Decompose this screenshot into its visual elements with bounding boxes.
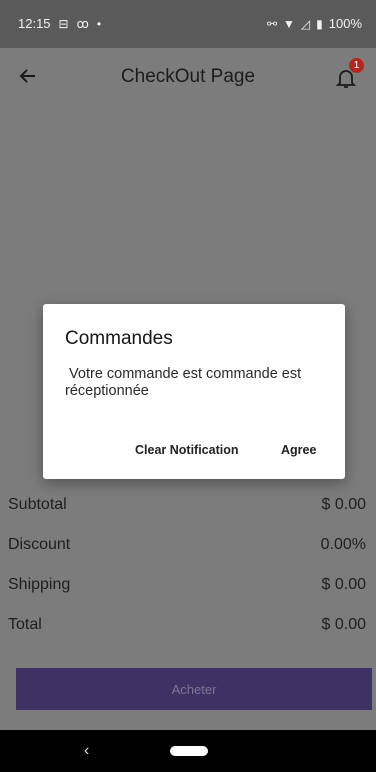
- signal-icon: ◿: [300, 16, 311, 31]
- discount-label: Discount: [8, 536, 71, 553]
- link-icon: ⚯: [266, 16, 278, 31]
- dot-icon: •: [96, 16, 102, 31]
- notification-dialog: Commandes Votre commande est commande es…: [43, 304, 345, 479]
- buy-button[interactable]: Acheter: [16, 668, 372, 710]
- voicemail-icon: ꝏ: [76, 16, 89, 31]
- discount-row: Discount 0.00%: [0, 530, 376, 562]
- agree-button[interactable]: Agree: [281, 443, 316, 457]
- dialog-title: Commandes: [65, 328, 173, 349]
- subtotal-row: Subtotal $ 0.00: [0, 490, 376, 522]
- notification-badge: 1: [349, 58, 364, 73]
- subtotal-label: Subtotal: [8, 496, 67, 513]
- status-right: ⚯ ▼ ◿ ▮ 100%: [267, 16, 362, 31]
- app-bar: CheckOut Page 1: [0, 48, 376, 104]
- shipping-label: Shipping: [8, 576, 71, 593]
- status-left: 12:15 ⊟ ꝏ •: [18, 16, 101, 31]
- total-value: $ 0.00: [321, 616, 366, 633]
- total-label: Total: [8, 616, 42, 633]
- discount-value: 0.00%: [320, 536, 366, 553]
- system-nav-bar: ‹: [0, 730, 376, 772]
- page-title: CheckOut Page: [120, 66, 256, 87]
- clear-notification-button[interactable]: Clear Notification: [135, 443, 239, 457]
- dialog-message: Votre commande est commande est réceptio…: [65, 366, 306, 399]
- battery-level: 100%: [328, 16, 362, 31]
- status-time: 12:15: [18, 16, 51, 31]
- sim-icon: ⊟: [58, 16, 69, 31]
- status-bar: 12:15 ⊟ ꝏ • ⚯ ▼ ◿ ▮ 100%: [0, 0, 376, 48]
- nav-home-pill[interactable]: [170, 746, 208, 756]
- notification-button[interactable]: 1: [332, 58, 364, 92]
- battery-icon: ▮: [316, 16, 323, 31]
- nav-back-icon[interactable]: ‹: [84, 742, 89, 760]
- total-row: Total $ 0.00: [0, 610, 376, 642]
- shipping-value: $ 0.00: [321, 576, 366, 593]
- subtotal-value: $ 0.00: [321, 496, 366, 513]
- shipping-row: Shipping $ 0.00: [0, 570, 376, 602]
- wifi-icon: ▼: [283, 16, 295, 31]
